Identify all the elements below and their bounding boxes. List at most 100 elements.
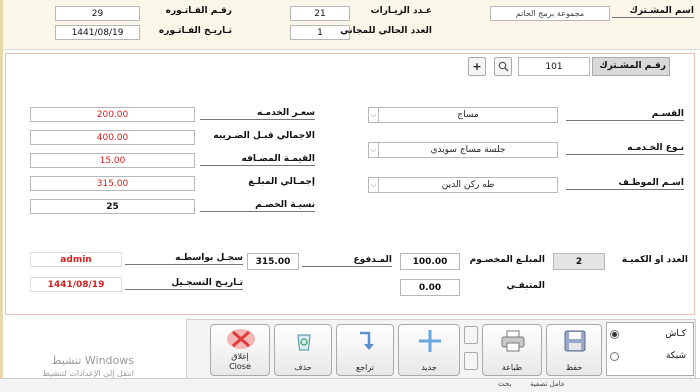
invoice-number-field[interactable]: 29 — [55, 6, 140, 21]
undo-label: تراجع — [355, 363, 375, 372]
quantity-field[interactable]: 2 — [553, 253, 605, 270]
department-label: القسـم — [651, 109, 684, 119]
discounted-amount-field[interactable]: 100.00 — [400, 253, 460, 270]
paid-amount-label: المـدفوع — [353, 255, 392, 265]
quantity-value: 2 — [575, 256, 583, 267]
print-button[interactable]: طباعة — [482, 324, 542, 376]
printer-icon — [501, 330, 525, 352]
close-label: إغلاق Close — [229, 352, 251, 371]
status-search[interactable]: بحث — [498, 380, 528, 388]
recorded-by-field: admin — [30, 252, 122, 267]
floppy-disk-icon — [564, 330, 586, 352]
search-subscriber-button[interactable] — [494, 57, 512, 76]
new-label: جديد — [421, 363, 437, 372]
paid-amount-field[interactable]: 315.00 — [247, 253, 299, 270]
total-amount-field[interactable]: 315.00 — [30, 176, 195, 191]
subscriber-name-value: مجموعة برمج الحاتم — [515, 9, 585, 18]
employee-value: طه ركن الدين — [441, 180, 495, 190]
recorded-by-label: سجـل بواسطـه — [175, 253, 243, 263]
total-amount-value: 315.00 — [96, 178, 129, 189]
visits-field[interactable]: 21 — [290, 6, 350, 21]
add-icon: + — [472, 60, 482, 73]
left-edge — [0, 0, 3, 392]
underline — [125, 289, 243, 290]
status-filter[interactable]: عامل تصفية — [530, 380, 590, 388]
paid-amount-value: 315.00 — [255, 256, 291, 267]
undo-arrow-icon — [360, 331, 374, 350]
quantity-label: العدد او الكميـة — [621, 255, 688, 265]
underline — [200, 211, 315, 212]
vat-value: 15.00 — [99, 155, 126, 166]
delete-button[interactable]: حذف — [274, 324, 332, 376]
chevron-down-icon: ⌵ — [369, 143, 379, 157]
service-type-dropdown[interactable]: ⌵ جلسة مساج سويدي — [368, 142, 558, 158]
record-date-label: تـاريـخ التسجـيل — [171, 278, 243, 288]
activation-watermark-title: تنشيط Windows — [51, 354, 134, 367]
plus-icon — [419, 330, 441, 352]
discount-rate-value: 25 — [106, 201, 119, 212]
close-icon — [227, 329, 255, 349]
status-bar — [0, 378, 700, 392]
delete-label: حذف — [294, 363, 312, 372]
pre-tax-total-label: الاجمالي قبـل الضـريبه — [213, 131, 315, 141]
discount-rate-label: نسبـة الخصـم — [255, 200, 315, 210]
discount-rate-field[interactable]: 25 — [30, 199, 195, 214]
pre-tax-total-value: 400.00 — [96, 132, 129, 143]
chevron-down-icon: ⌵ — [369, 178, 379, 192]
subscriber-number-field[interactable]: 101 — [518, 57, 590, 76]
visits-label: عـدد الزيـارات — [370, 6, 432, 16]
invoice-date-field[interactable]: 1441/08/19 — [55, 25, 140, 40]
vat-field[interactable]: 15.00 — [30, 153, 195, 168]
save-button[interactable]: حفظ — [546, 324, 602, 376]
invoice-number-label: رقـم الفـاتـوره — [165, 6, 232, 16]
service-price-value: 200.00 — [96, 109, 129, 120]
total-amount-label: إجمـالي المبلـغ — [248, 177, 315, 187]
discounted-amount-value: 100.00 — [412, 256, 448, 267]
pre-tax-total-field[interactable]: 400.00 — [30, 130, 195, 145]
undo-button[interactable]: تراجع — [336, 324, 394, 376]
print-options-button[interactable] — [464, 352, 478, 370]
network-radio[interactable] — [610, 352, 619, 361]
underline — [200, 119, 315, 120]
underline — [566, 120, 684, 121]
visits-value: 21 — [314, 8, 326, 19]
underline — [302, 266, 392, 267]
underline — [125, 264, 243, 265]
service-type-label: نـوع الخـدمـه — [627, 143, 684, 153]
print-preview-button[interactable] — [464, 326, 478, 344]
service-price-label: سعـر الخدمـه — [257, 108, 315, 118]
recorded-by-value: admin — [60, 254, 92, 265]
employee-label: اسـم الموظـف — [618, 178, 684, 188]
print-label: طباعة — [501, 363, 523, 372]
new-button[interactable]: جديد — [398, 324, 460, 376]
recycle-bin-icon — [297, 334, 311, 351]
discounted-amount-label: المبلـغ المخصـوم — [469, 255, 545, 265]
cash-radio[interactable] — [610, 330, 619, 339]
subscriber-number-value: 101 — [545, 61, 563, 72]
employee-dropdown[interactable]: ⌵ طه ركن الدين — [368, 177, 558, 193]
invoice-date-value: 1441/08/19 — [71, 27, 124, 38]
magnifier-icon — [498, 61, 508, 72]
free-count-value: 1 — [317, 27, 323, 38]
underline — [612, 17, 694, 18]
record-date-value: 1441/08/19 — [47, 279, 105, 290]
underline — [566, 154, 684, 155]
department-value: مساج — [457, 110, 479, 120]
add-subscriber-button[interactable]: + — [468, 57, 486, 76]
close-button[interactable]: إغلاق Close — [210, 324, 270, 376]
remaining-amount-label: المتبقـي — [506, 281, 545, 291]
service-price-field[interactable]: 200.00 — [30, 107, 195, 122]
remaining-amount-field[interactable]: 0.00 — [400, 279, 460, 296]
remaining-amount-value: 0.00 — [418, 282, 442, 293]
department-dropdown[interactable]: ⌵ مساج — [368, 107, 558, 123]
subscriber-name-field[interactable]: مجموعة برمج الحاتم — [490, 6, 610, 21]
vat-label: القيمـة المضـافه — [241, 154, 316, 164]
invoice-date-label: تـاريـخ الفـاتـوره — [158, 26, 232, 36]
underline — [566, 189, 684, 190]
subscriber-name-label: اسم المشـترك — [629, 6, 694, 16]
service-type-value: جلسة مساج سويدي — [430, 145, 506, 155]
network-label: شبكة — [665, 351, 686, 361]
underline — [200, 165, 315, 166]
radio-dot — [612, 332, 617, 337]
cash-label: كـاش — [665, 329, 686, 339]
